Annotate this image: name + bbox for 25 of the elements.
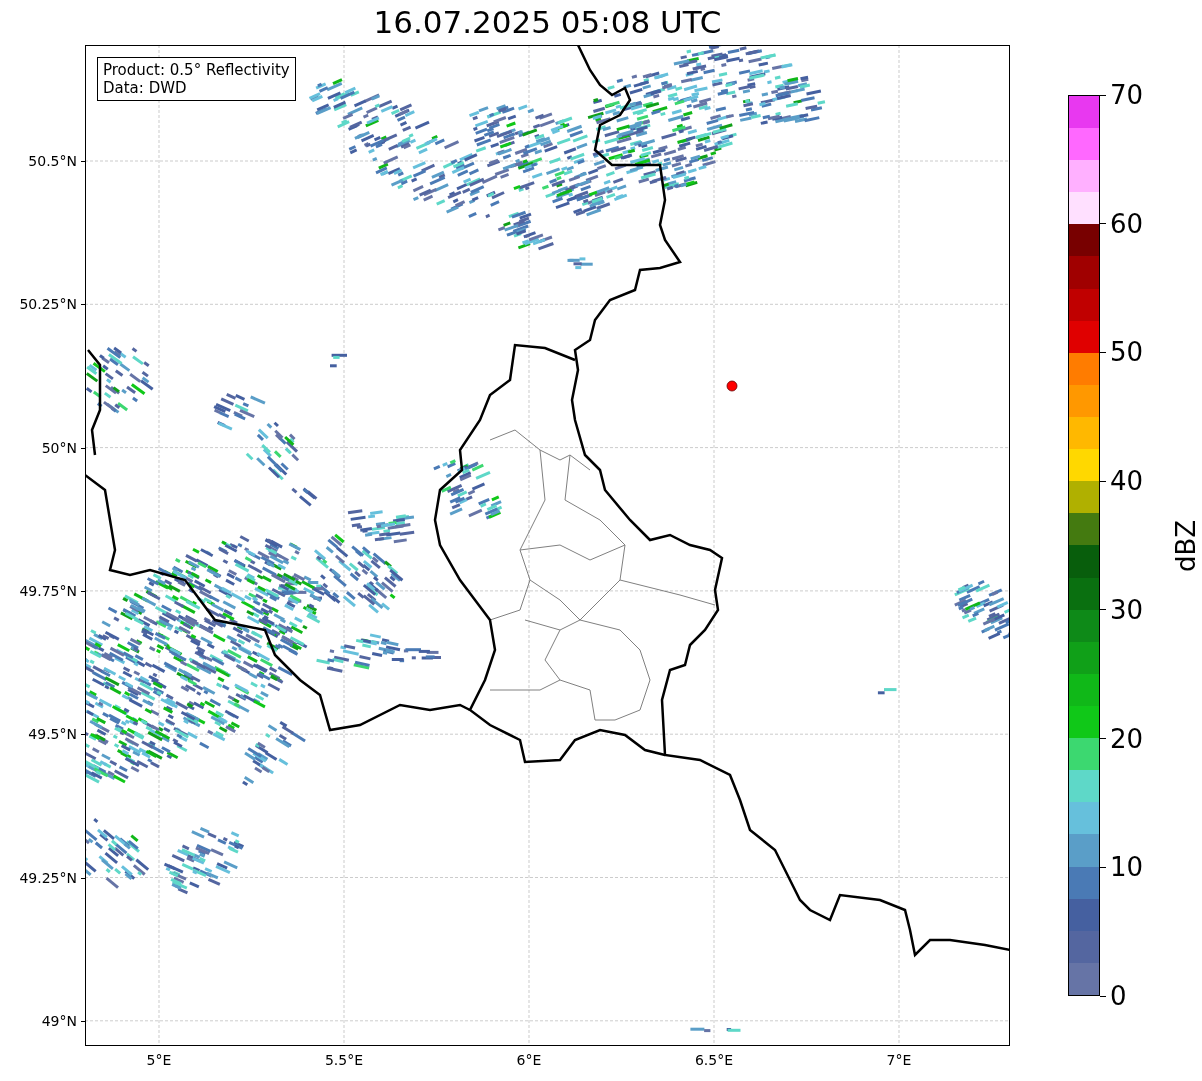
latitude-label: 49.5°N	[28, 726, 77, 743]
colorbar-tick-label: 40	[1110, 466, 1144, 497]
latitude-label: 50°N	[41, 439, 77, 456]
location-marker	[726, 380, 738, 392]
latitude-label: 50.5°N	[28, 153, 77, 169]
colorbar-label: dBZ	[1171, 519, 1202, 572]
longitude-label: 5.5°E	[324, 1052, 364, 1068]
latitude-label: 49.25°N	[19, 869, 77, 886]
info-text: Product: 0.5° Reflectivity	[103, 61, 290, 79]
colorbar-tick-label: 20	[1110, 723, 1144, 754]
colorbar-tick-label: 30	[1110, 594, 1144, 625]
longitude-label: 6°E	[516, 1052, 542, 1068]
chart-title: 16.07.2025 05:08 UTC	[372, 3, 723, 42]
latitude-label: 49°N	[41, 1012, 77, 1029]
colorbar-tick-label: 0	[1110, 981, 1127, 1011]
latitude-label: 50.25°N	[19, 296, 77, 313]
colorbar-tick-label: 70	[1110, 80, 1144, 110]
latitude-label: 49.75°N	[19, 582, 77, 599]
colorbar-tick-label: 60	[1110, 208, 1144, 239]
colorbar-tick-label: 10	[1110, 852, 1144, 883]
info-text: Data: DWD	[103, 79, 188, 97]
longitude-label: 7°E	[886, 1052, 912, 1068]
longitude-label: 6.5°E	[694, 1052, 734, 1068]
longitude-label: 5°E	[146, 1052, 172, 1068]
colorbar-tick-label: 50	[1110, 337, 1144, 368]
